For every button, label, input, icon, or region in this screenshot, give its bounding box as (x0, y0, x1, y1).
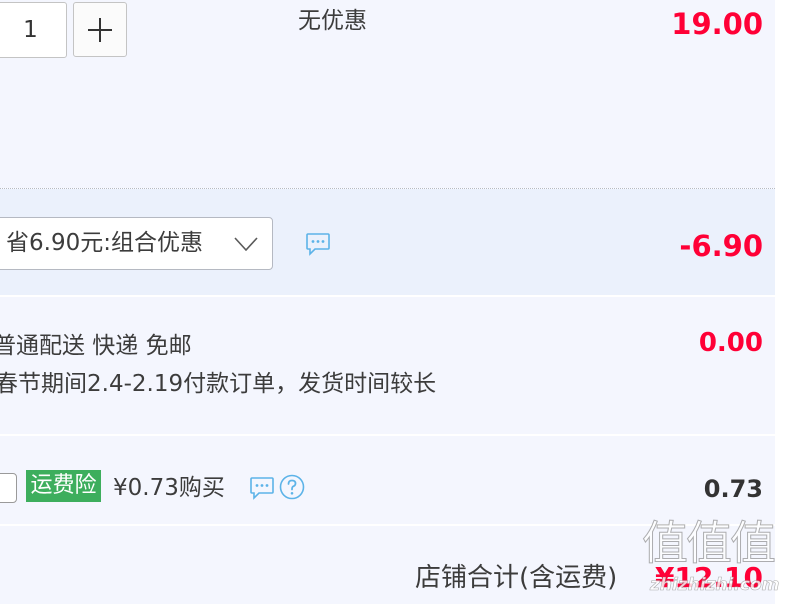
discount-select-value: 省6.90元:组合优惠 (6, 230, 203, 256)
shop-total-label: 店铺合计(含运费) (415, 563, 618, 593)
cart-item-row: 无优惠 19.00 (0, 0, 775, 188)
insurance-checkbox[interactable] (0, 473, 17, 503)
shipping-method: 普通配送 快递 免邮 (0, 333, 192, 359)
shop-total-amount: ¥12.10 (654, 561, 763, 594)
insurance-fee: 0.73 (703, 475, 763, 503)
chat-icon[interactable] (249, 476, 275, 500)
insurance-offer: ¥0.73购买 (113, 475, 225, 501)
help-icon[interactable] (279, 474, 305, 500)
discount-row: 省6.90元:组合优惠 -6.90 (0, 189, 775, 295)
discount-select[interactable]: 省6.90元:组合优惠 (0, 217, 273, 270)
chevron-down-icon (234, 237, 258, 251)
quantity-increase-button[interactable] (73, 2, 127, 57)
chat-icon[interactable] (305, 232, 331, 256)
insurance-row: 运费险 ¥0.73购买 0.73 (0, 436, 775, 524)
shipping-notice: 春节期间2.4-2.19付款订单，发货时间较长 (0, 371, 437, 397)
shipping-fee: 0.00 (698, 328, 763, 358)
insurance-badge: 运费险 (26, 470, 101, 502)
cart-page: 无优惠 19.00 省6.90元:组合优惠 -6.90 普通配送 快递 免邮 春… (0, 0, 792, 604)
promotion-text: 无优惠 (298, 8, 367, 34)
plus-icon (88, 17, 112, 42)
shop-summary-row: 店铺合计(含运费) ¥12.10 (0, 526, 775, 604)
discount-amount: -6.90 (679, 229, 763, 263)
quantity-input[interactable] (0, 2, 67, 58)
shipping-row: 普通配送 快递 免邮 春节期间2.4-2.19付款订单，发货时间较长 0.00 (0, 297, 775, 434)
item-price: 19.00 (671, 7, 763, 41)
